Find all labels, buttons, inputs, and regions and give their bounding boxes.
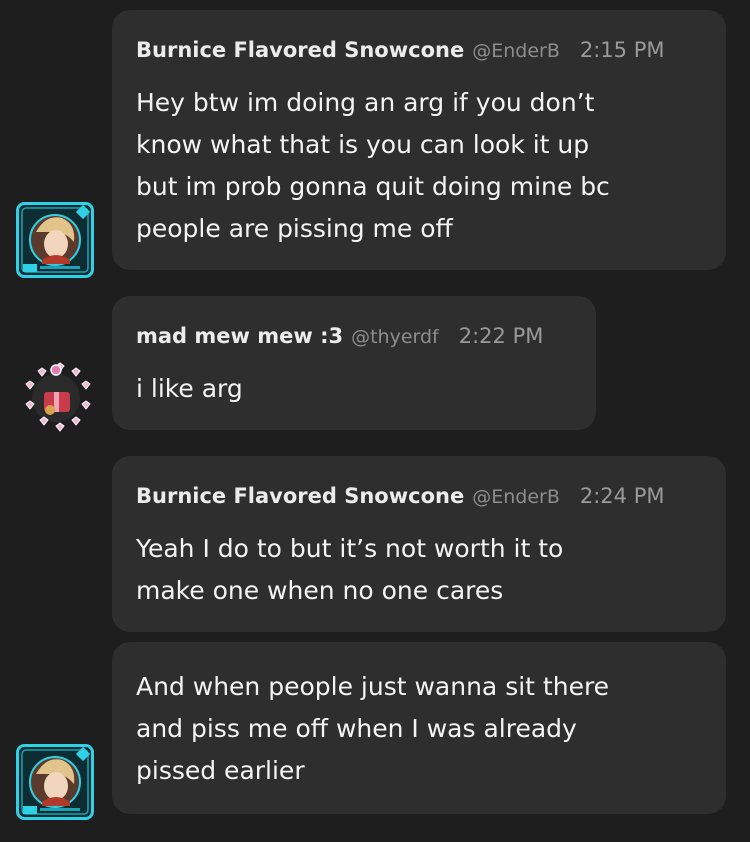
message-line: Hey btw im doing an arg if you don’t: [136, 88, 595, 117]
author-name[interactable]: mad mew mew :3: [136, 324, 343, 348]
avatar[interactable]: [16, 202, 94, 278]
heart-ring-avatar-icon: [25, 362, 91, 432]
timestamp: 2:15 PM: [579, 38, 665, 62]
message-header: Burnice Flavored Snowcone @EnderB 2:15 P…: [136, 38, 702, 68]
author-handle[interactable]: @thyerdf: [351, 326, 439, 348]
avatar[interactable]: [20, 362, 92, 434]
message-line: and piss me off when I was already: [136, 714, 577, 743]
message-line: but im prob gonna quit doing mine bc: [136, 172, 610, 201]
message-bubble[interactable]: mad mew mew :3 @thyerdf 2:22 PM i like a…: [112, 296, 596, 430]
message-line: people are pissing me off: [136, 214, 453, 243]
message-text: Yeah I do to but it’s not worth it to ma…: [136, 528, 702, 612]
message-line: pissed earlier: [136, 756, 305, 785]
profile-card-avatar-icon: [16, 744, 94, 820]
author-name[interactable]: Burnice Flavored Snowcone: [136, 484, 464, 508]
message-bubble[interactable]: Burnice Flavored Snowcone @EnderB 2:15 P…: [112, 10, 726, 270]
message-line: Yeah I do to but it’s not worth it to: [136, 534, 564, 563]
avatar[interactable]: [16, 744, 94, 820]
message-bubble[interactable]: Burnice Flavored Snowcone @EnderB 2:24 P…: [112, 456, 726, 632]
author-handle[interactable]: @EnderB: [472, 486, 560, 508]
message-text: Hey btw im doing an arg if you don’t kno…: [136, 82, 702, 250]
message-line: i like arg: [136, 374, 243, 403]
timestamp: 2:22 PM: [458, 324, 544, 348]
message-bubble[interactable]: And when people just wanna sit there and…: [112, 642, 726, 814]
message-line: know what that is you can look it up: [136, 130, 590, 159]
message-text: And when people just wanna sit there and…: [136, 666, 702, 792]
message-line: And when people just wanna sit there: [136, 672, 610, 701]
message-header: Burnice Flavored Snowcone @EnderB 2:24 P…: [136, 484, 702, 514]
author-name[interactable]: Burnice Flavored Snowcone: [136, 38, 464, 62]
timestamp: 2:24 PM: [579, 484, 665, 508]
message-header: mad mew mew :3 @thyerdf 2:22 PM: [136, 324, 572, 354]
message-text: i like arg: [136, 368, 572, 410]
profile-card-avatar-icon: [16, 202, 94, 278]
message-line: make one when no one cares: [136, 576, 504, 605]
author-handle[interactable]: @EnderB: [472, 40, 560, 62]
